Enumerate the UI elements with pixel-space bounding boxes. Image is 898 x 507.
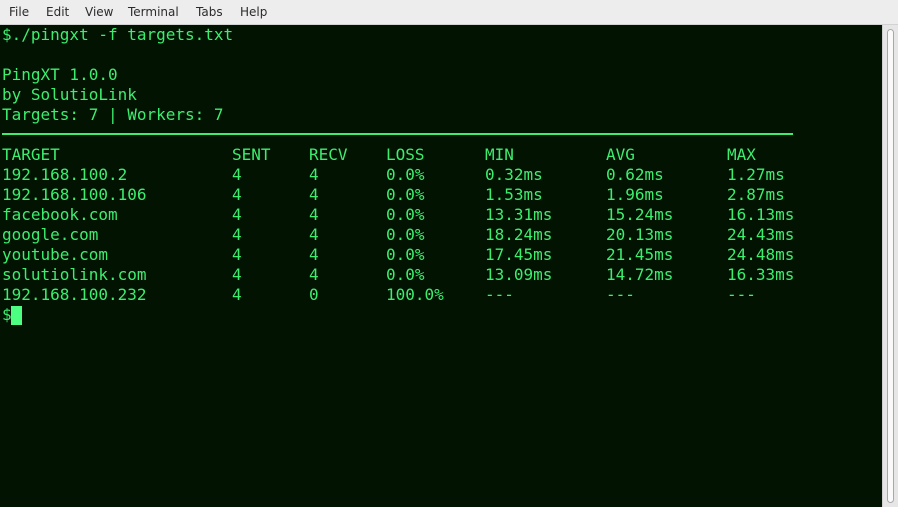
text-cursor — [11, 306, 22, 325]
table-row: 192.168.100.2 4 4 0.0% 0.32ms 0.62ms 1.2… — [0, 165, 880, 185]
cell-loss: 0.0% — [386, 245, 425, 264]
cell-sent: 4 — [232, 245, 242, 264]
cell-target: youtube.com — [2, 245, 108, 264]
header-max: MAX — [727, 145, 756, 164]
header-target: TARGET — [2, 145, 60, 164]
header-recv: RECV — [309, 145, 348, 164]
cell-recv: 0 — [309, 285, 319, 304]
cell-max: 1.27ms — [727, 165, 785, 184]
cell-min: 13.09ms — [485, 265, 553, 284]
cell-loss: 0.0% — [386, 205, 425, 224]
menu-terminal[interactable]: Terminal — [128, 5, 179, 20]
cell-max: --- — [727, 285, 756, 304]
cell-sent: 4 — [232, 265, 242, 284]
cell-sent: 4 — [232, 185, 242, 204]
cell-loss: 100.0% — [386, 285, 444, 304]
banner-summary: Targets: 7 | Workers: 7 — [2, 105, 224, 124]
cell-sent: 4 — [232, 225, 242, 244]
cell-avg: 0.62ms — [606, 165, 664, 184]
cell-target: facebook.com — [2, 205, 118, 224]
cell-loss: 0.0% — [386, 225, 425, 244]
header-min: MIN — [485, 145, 514, 164]
cell-loss: 0.0% — [386, 265, 425, 284]
cell-avg: 21.45ms — [606, 245, 674, 264]
table-row: 192.168.100.232 4 0 100.0% --- --- --- — [0, 285, 880, 305]
cell-recv: 4 — [309, 245, 319, 264]
vertical-scrollbar[interactable] — [882, 25, 898, 507]
cell-target: 192.168.100.232 — [2, 285, 147, 304]
cell-min: 13.31ms — [485, 205, 553, 224]
cell-target: 192.168.100.106 — [2, 185, 147, 204]
table-row: facebook.com 4 4 0.0% 13.31ms 15.24ms 16… — [0, 205, 880, 225]
cell-avg: 1.96ms — [606, 185, 664, 204]
cell-max: 16.33ms — [727, 265, 795, 284]
separator-rule — [2, 133, 793, 135]
cell-max: 2.87ms — [727, 185, 785, 204]
header-avg: AVG — [606, 145, 635, 164]
cell-max: 16.13ms — [727, 205, 795, 224]
banner-title: PingXT 1.0.0 — [2, 65, 118, 84]
header-sent: SENT — [232, 145, 271, 164]
table-row: google.com 4 4 0.0% 18.24ms 20.13ms 24.4… — [0, 225, 880, 245]
menu-view[interactable]: View — [85, 5, 113, 20]
table-row: solutiolink.com 4 4 0.0% 13.09ms 14.72ms… — [0, 265, 880, 285]
cell-target: google.com — [2, 225, 99, 244]
cell-max: 24.48ms — [727, 245, 795, 264]
cell-loss: 0.0% — [386, 165, 425, 184]
cell-avg: 14.72ms — [606, 265, 674, 284]
cell-sent: 4 — [232, 285, 242, 304]
menu-file[interactable]: File — [9, 5, 29, 20]
cell-recv: 4 — [309, 265, 319, 284]
cell-recv: 4 — [309, 185, 319, 204]
cell-max: 24.43ms — [727, 225, 795, 244]
cell-min: 1.53ms — [485, 185, 543, 204]
cell-sent: 4 — [232, 165, 242, 184]
table-row: 192.168.100.106 4 4 0.0% 1.53ms 1.96ms 2… — [0, 185, 880, 205]
cell-min: 0.32ms — [485, 165, 543, 184]
cell-min: 17.45ms — [485, 245, 553, 264]
menu-help[interactable]: Help — [240, 5, 267, 20]
cell-recv: 4 — [309, 205, 319, 224]
terminal-output[interactable]: $./pingxt -f targets.txt PingXT 1.0.0 by… — [0, 25, 882, 507]
scrollbar-thumb[interactable] — [887, 29, 894, 503]
cell-target: 192.168.100.2 — [2, 165, 128, 184]
cell-recv: 4 — [309, 225, 319, 244]
cell-avg: 20.13ms — [606, 225, 674, 244]
table-row: youtube.com 4 4 0.0% 17.45ms 21.45ms 24.… — [0, 245, 880, 265]
menu-tabs[interactable]: Tabs — [196, 5, 223, 20]
banner-author: by SolutioLink — [2, 85, 137, 104]
cell-avg: --- — [606, 285, 635, 304]
cell-loss: 0.0% — [386, 185, 425, 204]
cell-min: --- — [485, 285, 514, 304]
menu-edit[interactable]: Edit — [46, 5, 69, 20]
header-loss: LOSS — [386, 145, 425, 164]
cell-sent: 4 — [232, 205, 242, 224]
cell-recv: 4 — [309, 165, 319, 184]
command-line: $./pingxt -f targets.txt — [2, 25, 234, 44]
menu-bar: File Edit View Terminal Tabs Help — [0, 0, 898, 25]
cell-avg: 15.24ms — [606, 205, 674, 224]
cell-min: 18.24ms — [485, 225, 553, 244]
cell-target: solutiolink.com — [2, 265, 147, 284]
table-header-row: TARGET SENT RECV LOSS MIN AVG MAX — [0, 145, 880, 165]
